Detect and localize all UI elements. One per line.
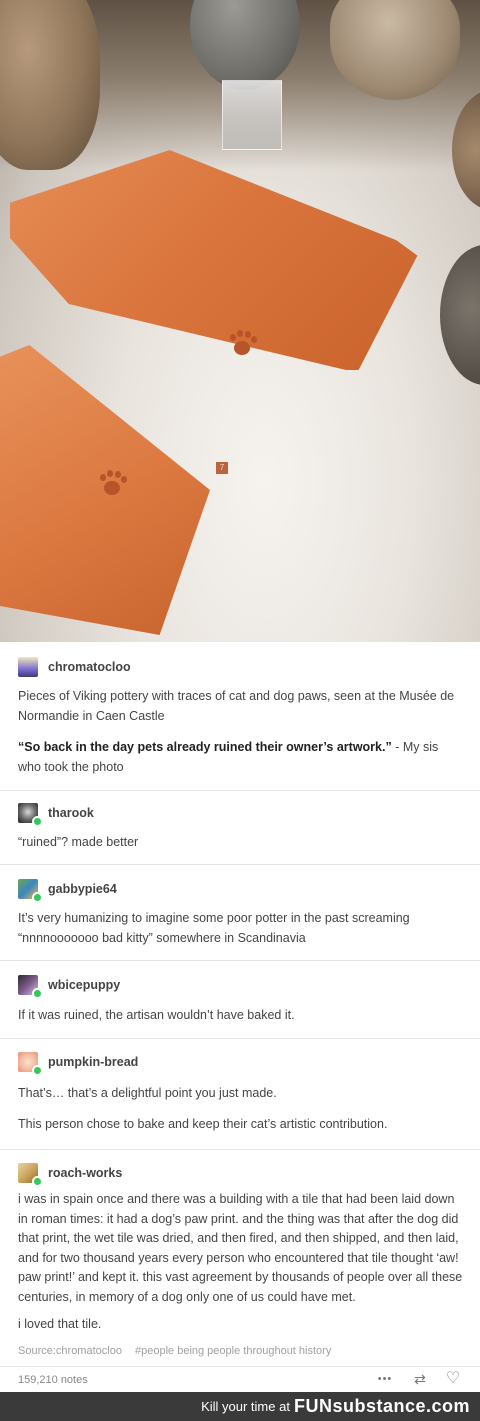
reply-author[interactable]: roach-works: [18, 1161, 122, 1187]
watermark-logo: FUNsubstance.com: [293, 1396, 470, 1416]
paw-print-icon: [226, 330, 258, 358]
pottery-vase-left: [0, 0, 100, 170]
reply-text: i was in spain once and there was a buil…: [18, 1192, 463, 1304]
username[interactable]: wbicepuppy: [48, 978, 120, 992]
watermark-text: Kill your time at: [201, 1399, 290, 1414]
tumblr-post: chromatocloo Pieces of Viking pottery wi…: [0, 642, 480, 1392]
watermark-bar: Kill your time at FUNsubstance.com: [0, 1392, 480, 1421]
divider: [0, 790, 480, 791]
divider: [0, 864, 480, 865]
reply-author[interactable]: tharook: [18, 801, 94, 827]
username[interactable]: roach-works: [48, 1166, 122, 1180]
username[interactable]: gabbypie64: [48, 882, 117, 896]
reply-line: “ruined”? made better: [18, 835, 139, 849]
avatar[interactable]: [18, 879, 43, 903]
avatar[interactable]: [18, 1052, 43, 1076]
online-badge-icon: [32, 816, 43, 827]
username[interactable]: tharook: [48, 806, 94, 820]
avatar[interactable]: [18, 975, 43, 999]
post-quote: “So back in the day pets already ruined …: [18, 737, 463, 777]
reply-text: This person chose to bake and keep their…: [18, 1117, 388, 1131]
display-stand: [222, 80, 282, 150]
online-badge-icon: [32, 892, 43, 903]
reply-text: “ruined”? made better: [18, 832, 463, 852]
reply-author[interactable]: wbicepuppy: [18, 973, 120, 999]
divider: [0, 1366, 480, 1367]
post-caption: Pieces of Viking pottery with traces of …: [18, 689, 455, 723]
online-badge-icon: [32, 1176, 43, 1187]
reblog-icon[interactable]: ⇄: [409, 1370, 431, 1388]
online-badge-icon: [32, 988, 43, 999]
divider: [0, 1038, 480, 1039]
like-heart-icon[interactable]: ♡: [442, 1370, 464, 1388]
post-tag-link[interactable]: #people being people throughout history: [135, 1345, 331, 1357]
divider: [0, 1149, 480, 1150]
notes-count[interactable]: 159,210 notes: [18, 1374, 88, 1386]
online-badge-icon: [32, 1065, 43, 1076]
username[interactable]: pumpkin-bread: [48, 1055, 138, 1069]
reply-author[interactable]: gabbypie64: [18, 877, 117, 903]
quote-bold: “So back in the day pets already ruined …: [18, 740, 392, 754]
more-options-icon[interactable]: •••: [374, 1370, 396, 1388]
clay-tile-large: [10, 150, 418, 370]
avatar[interactable]: [18, 657, 38, 677]
post-photo: 7: [0, 0, 480, 642]
museum-label-chip: 7: [216, 462, 228, 474]
avatar[interactable]: [18, 803, 43, 827]
reply-text: If it was ruined, the artisan wouldn’t h…: [18, 1008, 295, 1022]
avatar[interactable]: [18, 1163, 43, 1187]
reply-text: i loved that tile.: [18, 1317, 102, 1331]
post-source-link[interactable]: Source:chromatocloo: [18, 1345, 122, 1357]
reply-text: That’s… that’s a delightful point you ju…: [18, 1086, 277, 1100]
divider: [0, 960, 480, 961]
reply-text: It’s very humanizing to imagine some poo…: [18, 911, 410, 945]
reply-author[interactable]: pumpkin-bread: [18, 1050, 138, 1076]
post-author[interactable]: chromatocloo: [18, 655, 131, 679]
paw-print-icon: [96, 470, 128, 498]
pottery-bowl-right: [440, 245, 480, 385]
username[interactable]: chromatocloo: [48, 660, 131, 674]
